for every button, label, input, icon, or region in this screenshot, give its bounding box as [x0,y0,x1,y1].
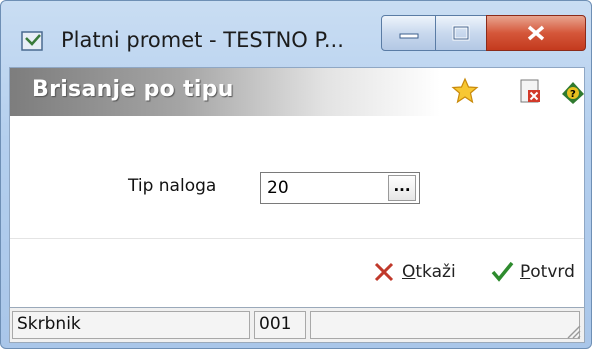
panel-header: Brisanje po tipu ? [10,68,584,116]
help-icon[interactable]: ? [558,76,585,106]
close-button[interactable] [486,15,586,51]
star-icon[interactable] [450,76,480,106]
cancel-button[interactable]: Otkaži [372,254,456,290]
window-title: Platni promet - TESTNO P... [61,28,344,52]
confirm-label: otvrd [530,262,575,282]
delete-document-icon[interactable] [515,76,545,106]
dialog-body: Brisanje po tipu ? Tip naloga ... [9,67,585,343]
status-code: 001 [254,311,306,339]
confirm-hotkey: P [520,262,531,282]
title-bar[interactable]: Platni promet - TESTNO P... [1,1,591,67]
svg-text:?: ? [570,89,576,100]
checkmark-icon [491,261,514,282]
maximize-icon [452,25,470,41]
resize-grip-icon[interactable] [563,321,581,339]
cancel-label: tkaži [415,262,456,282]
panel-title: Brisanje po tipu [32,77,234,102]
cancel-hotkey: O [402,262,416,282]
lookup-button[interactable]: ... [388,175,416,201]
tip-naloga-row: Tip naloga ... [10,164,584,212]
app-window: Platni promet - TESTNO P... Brisanje po … [0,0,592,349]
tip-naloga-label: Tip naloga [128,176,217,196]
app-document-icon [21,31,43,51]
status-info [310,311,580,339]
confirm-button[interactable]: Potvrd [490,254,575,290]
maximize-button[interactable] [435,15,487,51]
divider [10,238,584,239]
minimize-button[interactable] [381,15,436,51]
cancel-x-icon [374,262,394,282]
minimize-icon [399,33,418,39]
status-bar: Skrbnik 001 [9,307,585,343]
close-icon [527,25,545,41]
status-user: Skrbnik [12,311,250,339]
